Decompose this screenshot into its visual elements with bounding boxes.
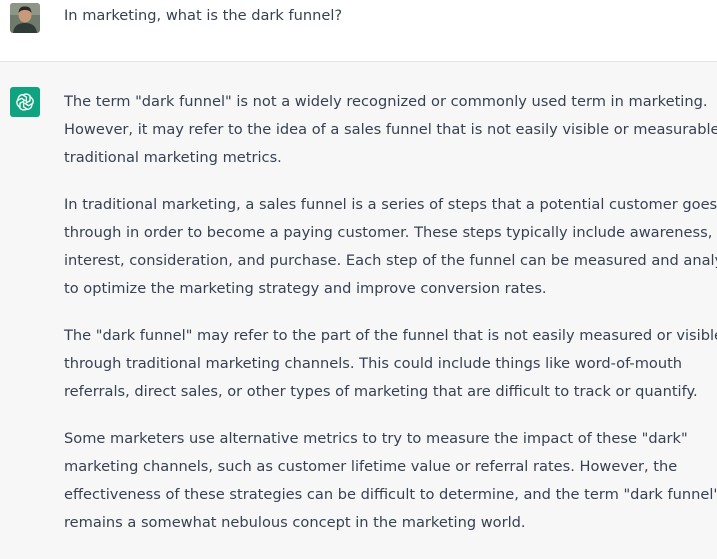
answer-line: effectiveness of these strategies can be… <box>64 486 717 503</box>
assistant-answer: The term "dark funnel" is not a widely r… <box>64 88 717 556</box>
answer-line: to optimize the marketing strategy and i… <box>64 280 547 297</box>
assistant-message: The term "dark funnel" is not a widely r… <box>0 62 717 559</box>
answer-line: marketing channels, such as customer lif… <box>64 458 678 475</box>
answer-line: remains a somewhat nebulous concept in t… <box>64 514 526 531</box>
answer-line: through traditional marketing channels. … <box>64 355 683 372</box>
answer-line: However, it may refer to the idea of a s… <box>64 121 717 138</box>
answer-paragraph: Some marketers use alternative metrics t… <box>64 425 717 537</box>
user-avatar <box>10 3 40 33</box>
answer-line: traditional marketing metrics. <box>64 149 282 166</box>
answer-paragraph: The term "dark funnel" is not a widely r… <box>64 88 717 172</box>
answer-paragraph: The "dark funnel" may refer to the part … <box>64 322 717 406</box>
answer-line: The term "dark funnel" is not a widely r… <box>64 93 708 110</box>
answer-line: through in order to become a paying cust… <box>64 224 713 241</box>
answer-line: Some marketers use alternative metrics t… <box>64 430 688 447</box>
answer-line: interest, consideration, and purchase. E… <box>64 252 717 269</box>
answer-line: referrals, direct sales, or other types … <box>64 383 698 400</box>
user-message: In marketing, what is the dark funnel? <box>0 0 717 62</box>
user-question: In marketing, what is the dark funnel? <box>64 7 343 24</box>
answer-line: The "dark funnel" may refer to the part … <box>64 327 717 344</box>
answer-line: In traditional marketing, a sales funnel… <box>64 196 717 213</box>
answer-paragraph: In traditional marketing, a sales funnel… <box>64 191 717 303</box>
openai-logo-icon <box>10 87 40 117</box>
